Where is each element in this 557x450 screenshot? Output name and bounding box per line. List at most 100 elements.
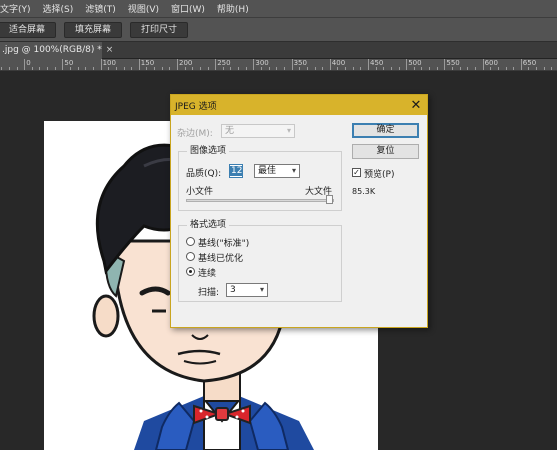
- baseline-standard-radio[interactable]: [186, 237, 195, 246]
- ruler-minor-tick: [528, 67, 530, 70]
- document-tab-bar: .jpg @ 100%(RGB/8) * ×: [0, 42, 557, 59]
- options-bar: 适合屏幕 填充屏幕 打印尺寸: [0, 18, 557, 42]
- ruler-minor-tick: [413, 67, 415, 70]
- small-file-label: 小文件: [186, 187, 214, 197]
- ruler-minor-tick: [238, 67, 240, 70]
- ruler-label: 500: [408, 59, 422, 67]
- ruler-minor-tick: [421, 67, 423, 70]
- quality-slider-track[interactable]: [186, 199, 334, 202]
- quality-preset-value: 最佳: [258, 166, 277, 176]
- ruler-minor-tick: [39, 67, 41, 70]
- ruler-minor-tick: [543, 67, 545, 70]
- ruler-minor-tick: [261, 67, 263, 70]
- ruler-major-tick: [444, 59, 446, 70]
- image-options-title: 图像选项: [187, 146, 230, 157]
- ruler-label: 350: [293, 59, 307, 67]
- ruler-minor-tick: [383, 67, 385, 70]
- ruler-major-tick: [100, 59, 102, 70]
- ruler-minor-tick: [360, 67, 362, 70]
- ruler-minor-tick: [245, 67, 247, 70]
- scans-select[interactable]: 3 ▾: [226, 283, 268, 297]
- close-icon[interactable]: ✕: [409, 99, 423, 112]
- menu-filter[interactable]: 滤镜(T): [79, 2, 122, 15]
- ok-button[interactable]: 确定: [352, 123, 419, 138]
- fit-screen-button[interactable]: 适合屏幕: [0, 21, 57, 38]
- document-tab[interactable]: .jpg @ 100%(RGB/8) * ×: [0, 42, 113, 59]
- menu-select[interactable]: 选择(S): [37, 2, 80, 15]
- quality-label: 品质(Q):: [186, 169, 222, 179]
- close-tab-icon[interactable]: ×: [106, 45, 114, 55]
- print-size-button[interactable]: 打印尺寸: [130, 21, 189, 38]
- ruler-minor-tick: [497, 67, 499, 70]
- menu-type[interactable]: 文字(Y): [0, 2, 37, 15]
- ruler-minor-tick: [459, 67, 461, 70]
- menu-help[interactable]: 帮助(H): [211, 2, 255, 15]
- dialog-titlebar[interactable]: JPEG 选项 ✕: [171, 95, 427, 115]
- ruler-minor-tick: [452, 67, 454, 70]
- ruler-minor-tick: [436, 67, 438, 70]
- ruler-minor-tick: [146, 67, 148, 70]
- ruler-major-tick: [520, 59, 522, 70]
- ruler-minor-tick: [429, 67, 431, 70]
- ruler-label: 150: [140, 59, 155, 67]
- ruler-minor-tick: [345, 67, 347, 70]
- ruler-minor-tick: [536, 67, 538, 70]
- chevron-down-icon: ▾: [286, 126, 291, 135]
- quality-preset-select[interactable]: 最佳 ▾: [254, 164, 300, 178]
- ruler-minor-tick: [1, 67, 3, 70]
- preview-checkbox[interactable]: ✓: [352, 168, 361, 177]
- jpeg-options-dialog: JPEG 选项 ✕ 杂边(M): 无 ▾ 确定 复位 ✓ 预览(P) 85.3K…: [170, 94, 428, 328]
- matte-select: 无 ▾: [221, 124, 295, 138]
- ruler-minor-tick: [77, 67, 79, 70]
- matte-value: 无: [225, 126, 235, 136]
- matte-label: 杂边(M):: [177, 129, 213, 139]
- ruler-minor-tick: [299, 67, 301, 70]
- ruler-minor-tick: [352, 67, 354, 70]
- ruler-label: 0: [26, 59, 31, 67]
- ruler-minor-tick: [123, 67, 125, 70]
- menu-window[interactable]: 窗口(W): [165, 2, 211, 15]
- chevron-down-icon: ▾: [259, 285, 264, 294]
- ruler-minor-tick: [16, 67, 18, 70]
- ruler-minor-tick: [54, 67, 56, 70]
- ruler-minor-tick: [513, 67, 515, 70]
- ruler-minor-tick: [222, 67, 224, 70]
- ruler-minor-tick: [230, 67, 232, 70]
- ruler-minor-tick: [131, 67, 133, 70]
- scans-label: 扫描:: [198, 288, 220, 298]
- baseline-optimized-radio[interactable]: [186, 252, 195, 261]
- ruler-label: 450: [370, 59, 384, 67]
- ruler-minor-tick: [8, 67, 10, 70]
- ruler-label: 100: [102, 59, 116, 67]
- quality-input[interactable]: 12: [229, 164, 244, 178]
- ruler-minor-tick: [85, 67, 87, 70]
- preview-label: 预览(P): [364, 170, 395, 180]
- ruler-minor-tick: [375, 67, 377, 70]
- ruler-minor-tick: [390, 67, 392, 70]
- file-size-text: 85.3K: [352, 187, 376, 196]
- ruler-major-tick: [368, 59, 369, 70]
- ruler-minor-tick: [192, 67, 194, 70]
- baseline-optimized-label: 基线已优化: [198, 254, 244, 264]
- ruler-label: 200: [179, 59, 193, 67]
- reset-button[interactable]: 复位: [352, 144, 419, 159]
- menu-view[interactable]: 视图(V): [122, 2, 165, 15]
- ruler-minor-tick: [314, 67, 316, 70]
- image-options-group: 图像选项: [178, 146, 342, 211]
- ruler-minor-tick: [47, 67, 49, 70]
- format-options-title: 格式选项: [187, 220, 230, 231]
- ruler-minor-tick: [490, 67, 492, 70]
- quality-slider-thumb[interactable]: [326, 195, 333, 204]
- ruler-major-tick: [482, 59, 484, 70]
- fill-screen-button[interactable]: 填充屏幕: [64, 21, 123, 38]
- ruler-label: 50: [64, 59, 74, 67]
- ruler-minor-tick: [161, 67, 163, 70]
- ruler-minor-tick: [398, 67, 400, 70]
- ruler-major-tick: [177, 59, 178, 70]
- ruler-minor-tick: [306, 67, 308, 70]
- ruler-major-tick: [329, 59, 331, 70]
- progressive-radio[interactable]: [186, 267, 195, 276]
- ruler-minor-tick: [551, 67, 553, 70]
- ruler-label: 600: [484, 59, 498, 67]
- ruler-minor-tick: [92, 67, 94, 70]
